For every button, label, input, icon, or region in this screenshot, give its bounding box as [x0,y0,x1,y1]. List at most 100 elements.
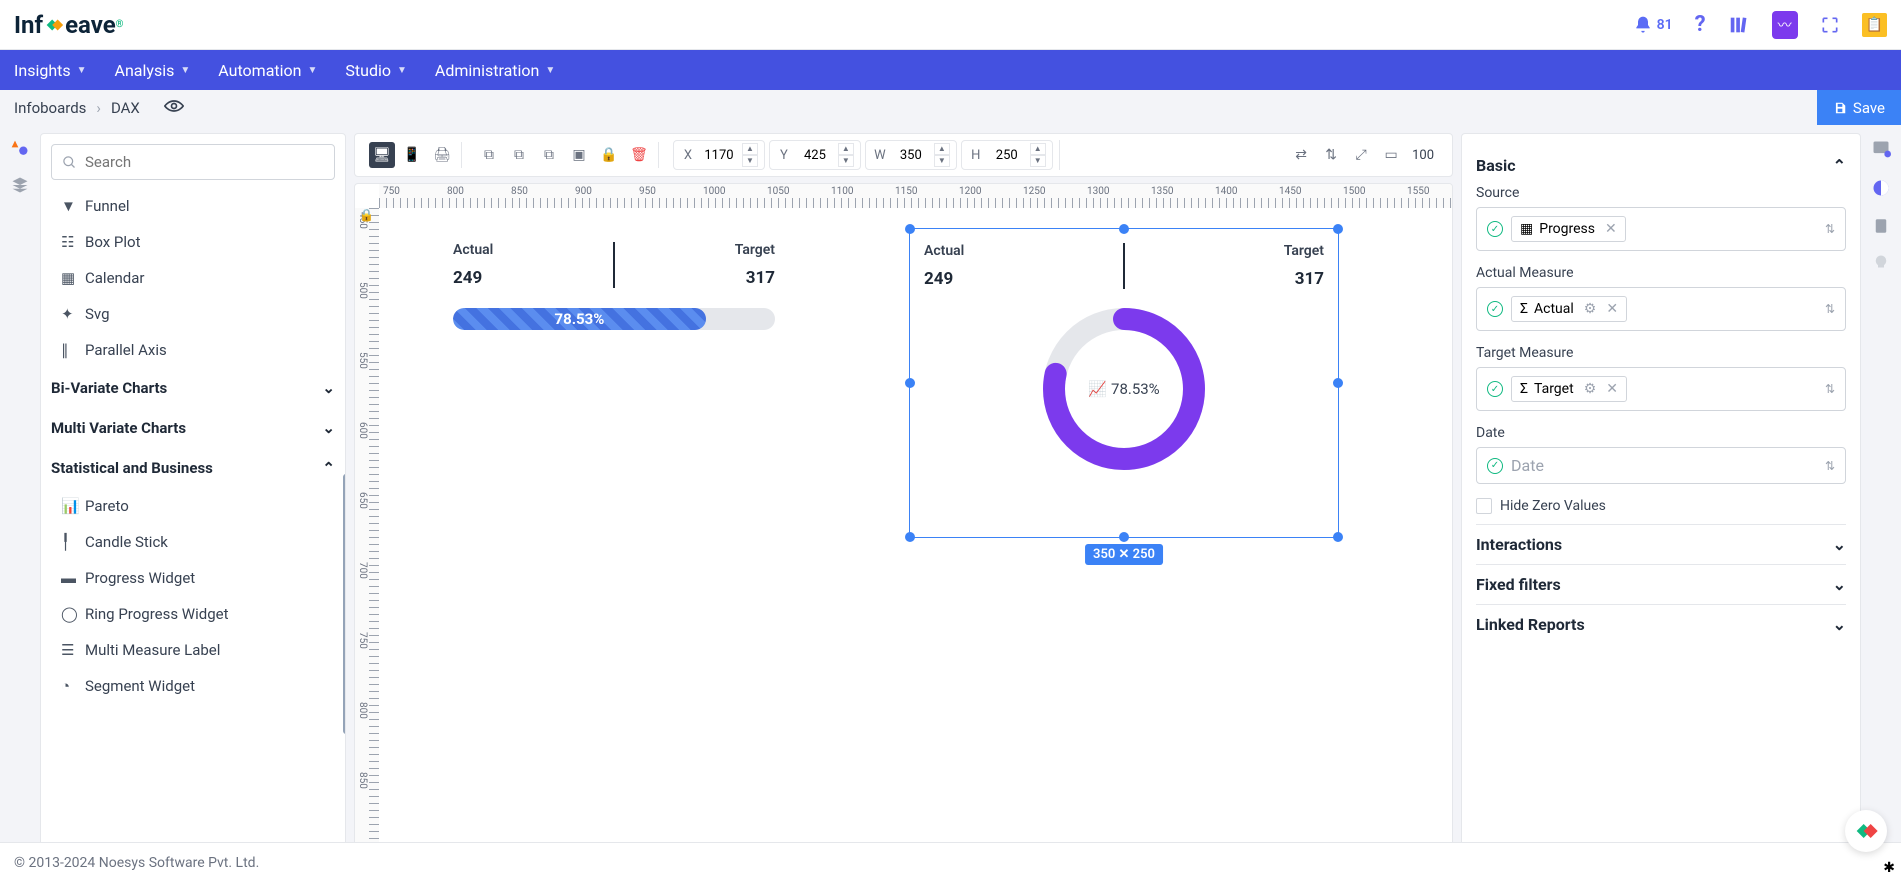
category-multivariate[interactable]: Multi Variate Charts⌄ [51,408,335,448]
preview-button[interactable] [164,99,184,117]
w-down[interactable]: ▼ [934,155,950,167]
close-icon[interactable]: ✕ [1606,381,1618,397]
y-up[interactable]: ▲ [838,143,854,155]
search-input[interactable] [85,153,324,171]
target-measure-field[interactable]: ✓ Σ Target ⚙ ✕ ⇅ [1476,367,1846,411]
chart-ring-progress[interactable]: ◯Ring Progress Widget [51,596,335,632]
chart-progress[interactable]: ▬Progress Widget [51,560,335,596]
h-value[interactable] [988,148,1026,163]
chart-pareto[interactable]: 📊Pareto [51,488,335,524]
chart-segment[interactable]: ◔Segment Widget [51,668,335,704]
canvas-area[interactable]: 7508008509009501000105011001150120012501… [354,183,1453,880]
expand-icon[interactable]: ⇅ [1825,302,1835,316]
y-down[interactable]: ▼ [838,155,854,167]
actual-measure-field[interactable]: ✓ Σ Actual ⚙ ✕ ⇅ [1476,287,1846,331]
chart-svg[interactable]: ✦Svg [51,296,335,332]
checkbox-icon[interactable] [1476,498,1492,514]
resize-handle-ml[interactable] [905,378,915,388]
nav-insights[interactable]: Insights▼ [14,61,87,80]
desktop-view-button[interactable]: 🖥 [369,142,395,168]
properties-tab[interactable] [1871,139,1891,164]
nav-administration[interactable]: Administration▼ [435,61,555,80]
lock-button[interactable]: 🔒 [596,142,622,168]
chart-parallel[interactable]: ∥Parallel Axis [51,332,335,368]
flip-vertical-button[interactable]: ⇅ [1318,142,1344,168]
basic-section-header[interactable]: Basic ⌃ [1476,156,1846,175]
delete-button[interactable]: 🗑 [626,142,652,168]
scrollbar-vertical[interactable] [343,474,346,734]
chart-calendar[interactable]: ▦Calendar [51,260,335,296]
search-box[interactable] [51,144,335,180]
x-up[interactable]: ▲ [742,143,758,155]
notifications-button[interactable]: 81 [1633,15,1673,35]
close-icon[interactable]: ✕ [1605,221,1617,237]
notes-button[interactable]: 📋 [1862,13,1887,37]
flip-horizontal-button[interactable]: ⇄ [1288,142,1314,168]
h-down[interactable]: ▼ [1030,155,1046,167]
actual-measure-chip[interactable]: Σ Actual ⚙ ✕ [1511,296,1627,322]
target-measure-chip[interactable]: Σ Target ⚙ ✕ [1511,376,1627,402]
source-field[interactable]: ✓ ▦ Progress ✕ ⇅ [1476,207,1846,251]
copy-button[interactable]: ⧉ [476,142,502,168]
w-value[interactable] [892,148,930,163]
progress-widget[interactable]: Actual 249 Target 317 78.53% [439,228,789,368]
nav-automation[interactable]: Automation▼ [218,61,317,80]
source-chip[interactable]: ▦ Progress ✕ [1511,216,1626,242]
resize-handle-tl[interactable] [905,224,915,234]
data-tab[interactable] [1872,217,1890,240]
nav-studio[interactable]: Studio▼ [345,61,407,80]
resize-handle-mr[interactable] [1333,378,1343,388]
chart-boxplot[interactable]: ☷Box Plot [51,224,335,260]
linked-reports-section-header[interactable]: Linked Reports ⌄ [1476,615,1846,634]
gear-icon[interactable]: ⚙ [1584,381,1597,397]
close-icon[interactable]: ✕ [1606,301,1618,317]
corner-logo-button[interactable] [1845,810,1887,852]
paste-button[interactable]: ⧉ [506,142,532,168]
mobile-view-button[interactable]: 📱 [399,142,425,168]
hide-zero-checkbox[interactable]: Hide Zero Values [1476,498,1846,514]
zoom-mode-button[interactable]: ▭ [1378,142,1404,168]
nav-analysis[interactable]: Analysis▼ [115,61,191,80]
category-bivariate[interactable]: Bi-Variate Charts⌄ [51,368,335,408]
y-position-input[interactable]: Y ▲▼ [769,140,861,170]
resize-handle-bl[interactable] [905,532,915,542]
ring-progress-widget[interactable]: 350 ✕ 250 Actual 249 Target 317 [909,228,1339,538]
interactions-section-header[interactable]: Interactions ⌄ [1476,535,1846,554]
resize-handle-br[interactable] [1333,532,1343,542]
h-up[interactable]: ▲ [1030,143,1046,155]
monitor-button[interactable]: 〰 [1772,11,1798,39]
expand-icon[interactable]: ⇅ [1825,222,1835,236]
x-down[interactable]: ▼ [742,155,758,167]
ai-tab[interactable] [1872,254,1890,277]
resize-handle-bm[interactable] [1119,532,1129,542]
layers-tab[interactable] [11,176,29,199]
library-button[interactable] [1728,14,1750,36]
duplicate-button[interactable]: ⧉ [536,142,562,168]
fit-button[interactable]: ⤢ [1348,142,1374,168]
resize-handle-tm[interactable] [1119,224,1129,234]
theme-tab[interactable] [1871,178,1891,203]
expand-icon[interactable]: ⇅ [1825,459,1835,473]
x-value[interactable] [700,148,738,163]
bug-icon[interactable]: ✱ [1883,860,1895,876]
y-value[interactable] [796,148,834,163]
canvas-content[interactable]: Actual 249 Target 317 78.53% [379,208,1452,879]
help-button[interactable]: ? [1695,12,1706,37]
expand-icon[interactable]: ⇅ [1825,382,1835,396]
fullscreen-button[interactable] [1820,15,1840,35]
resize-handle-tr[interactable] [1333,224,1343,234]
canvas-lock-icon[interactable]: 🔒 [359,208,374,222]
date-field[interactable]: ✓ Date ⇅ [1476,447,1846,484]
x-position-input[interactable]: X ▲▼ [673,140,765,170]
group-button[interactable]: ▣ [566,142,592,168]
logo[interactable]: Inf eave ® [14,11,124,39]
gear-icon[interactable]: ⚙ [1584,301,1597,317]
height-input[interactable]: H ▲▼ [961,140,1053,170]
chart-multimeasure[interactable]: ☰Multi Measure Label [51,632,335,668]
breadcrumb-root[interactable]: Infoboards [14,99,86,117]
w-up[interactable]: ▲ [934,143,950,155]
category-statistical[interactable]: Statistical and Business⌃ [51,448,335,488]
chart-funnel[interactable]: ▼Funnel [51,188,335,224]
width-input[interactable]: W ▲▼ [865,140,957,170]
chart-candlestick[interactable]: ╿Candle Stick [51,524,335,560]
